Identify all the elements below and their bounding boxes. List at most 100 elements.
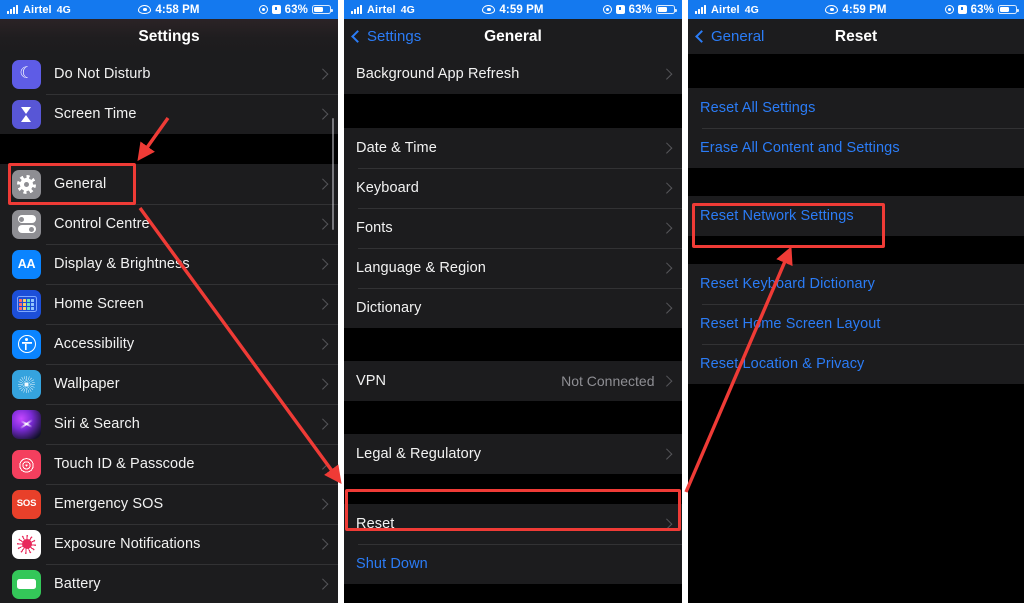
signal-bars-icon bbox=[7, 5, 18, 14]
sos-icon: SOS bbox=[12, 489, 41, 519]
sidebar-item-screen-time[interactable]: Screen Time bbox=[0, 94, 338, 134]
vpn-status-value: Not Connected bbox=[561, 373, 655, 389]
chevron-right-icon bbox=[316, 218, 328, 230]
group-gap bbox=[688, 168, 1024, 196]
sidebar-item-siri-search[interactable]: Siri & Search bbox=[0, 404, 338, 444]
settings-group-2: General Control Centre AA Display & Brig… bbox=[0, 164, 338, 603]
row-label: Screen Time bbox=[54, 106, 137, 122]
group-gap bbox=[344, 584, 682, 603]
sidebar-item-do-not-disturb[interactable]: ☾ Do Not Disturb bbox=[0, 54, 338, 94]
sidebar-item-touch-id-passcode[interactable]: Touch ID & Passcode bbox=[0, 444, 338, 484]
eye-icon bbox=[482, 5, 496, 14]
battery-icon bbox=[312, 4, 334, 15]
row-reset-keyboard-dictionary[interactable]: Reset Keyboard Dictionary bbox=[688, 264, 1024, 304]
back-button-settings[interactable]: Settings bbox=[344, 28, 421, 45]
chevron-right-icon bbox=[316, 108, 328, 120]
row-label: Reset Home Screen Layout bbox=[700, 316, 881, 332]
chevron-right-icon bbox=[660, 142, 672, 154]
row-vpn[interactable]: VPN Not Connected bbox=[344, 361, 682, 401]
status-bar-panel3: Airtel 4G 4:59 PM 63% bbox=[688, 0, 1024, 19]
row-label: Battery bbox=[54, 576, 101, 592]
back-button-label: General bbox=[711, 28, 765, 45]
sidebar-item-emergency-sos[interactable]: SOS Emergency SOS bbox=[0, 484, 338, 524]
row-label: Shut Down bbox=[356, 556, 428, 572]
sidebar-item-battery[interactable]: Battery bbox=[0, 564, 338, 603]
row-legal-regulatory[interactable]: Legal & Regulatory bbox=[344, 434, 682, 474]
status-bar-panel2: Airtel 4G 4:59 PM 63% bbox=[344, 0, 682, 19]
network-type-label: 4G bbox=[400, 3, 415, 16]
row-dictionary[interactable]: Dictionary bbox=[344, 288, 682, 328]
panel-reset: Airtel 4G 4:59 PM 63% General Reset Rese… bbox=[688, 0, 1024, 603]
status-bar-left: Airtel 4G bbox=[0, 4, 71, 16]
gear-icon bbox=[12, 169, 41, 199]
row-reset-home-screen-layout[interactable]: Reset Home Screen Layout bbox=[688, 304, 1024, 344]
general-group-4: Legal & Regulatory bbox=[344, 434, 682, 474]
battery-icon bbox=[656, 4, 678, 15]
chevron-right-icon bbox=[316, 378, 328, 390]
nav-bar-settings: Settings bbox=[0, 19, 338, 54]
battery-percent-label: 63% bbox=[970, 3, 994, 16]
chevron-right-icon bbox=[660, 518, 672, 530]
sidebar-item-accessibility[interactable]: Accessibility bbox=[0, 324, 338, 364]
alarm-icon bbox=[615, 5, 625, 14]
row-reset-all-settings[interactable]: Reset All Settings bbox=[688, 88, 1024, 128]
page-title: Settings bbox=[138, 27, 200, 45]
row-reset-location-privacy[interactable]: Reset Location & Privacy bbox=[688, 344, 1024, 384]
alarm-icon bbox=[271, 5, 281, 14]
row-date-time[interactable]: Date & Time bbox=[344, 128, 682, 168]
row-reset[interactable]: Reset bbox=[344, 504, 682, 544]
row-keyboard[interactable]: Keyboard bbox=[344, 168, 682, 208]
signal-bars-icon bbox=[695, 5, 706, 14]
carrier-label: Airtel bbox=[711, 3, 740, 16]
chevron-right-icon bbox=[660, 182, 672, 194]
chevron-right-icon bbox=[660, 222, 672, 234]
chevron-right-icon bbox=[660, 262, 672, 274]
nav-bar-general: Settings General bbox=[344, 19, 682, 54]
general-group-2: Date & Time Keyboard Fonts Language & Re… bbox=[344, 128, 682, 328]
settings-group-1: ☾ Do Not Disturb Screen Time bbox=[0, 54, 338, 134]
row-label: Keyboard bbox=[356, 180, 419, 196]
reset-group-3: Reset Keyboard Dictionary Reset Home Scr… bbox=[688, 264, 1024, 384]
clock-label: 4:59 PM bbox=[842, 3, 887, 16]
back-button-label: Settings bbox=[367, 28, 422, 45]
chevron-right-icon bbox=[316, 298, 328, 310]
row-label: Reset All Settings bbox=[700, 100, 816, 116]
row-label: General bbox=[54, 176, 107, 192]
row-label: Reset Network Settings bbox=[700, 208, 854, 224]
row-label: Home Screen bbox=[54, 296, 144, 312]
group-gap bbox=[688, 236, 1024, 264]
scroll-indicator[interactable] bbox=[331, 118, 334, 230]
sidebar-item-display-brightness[interactable]: AA Display & Brightness bbox=[0, 244, 338, 284]
back-button-general[interactable]: General bbox=[688, 28, 764, 45]
location-icon bbox=[258, 5, 268, 14]
general-group-3: VPN Not Connected bbox=[344, 361, 682, 401]
chevron-right-icon bbox=[316, 538, 328, 550]
group-gap bbox=[688, 54, 1024, 88]
sidebar-item-exposure-notifications[interactable]: Exposure Notifications bbox=[0, 524, 338, 564]
row-shut-down[interactable]: Shut Down bbox=[344, 544, 682, 584]
sidebar-item-home-screen[interactable]: Home Screen bbox=[0, 284, 338, 324]
sidebar-item-control-centre[interactable]: Control Centre bbox=[0, 204, 338, 244]
row-fonts[interactable]: Fonts bbox=[344, 208, 682, 248]
display-brightness-icon: AA bbox=[12, 249, 41, 279]
row-reset-network-settings[interactable]: Reset Network Settings bbox=[688, 196, 1024, 236]
eye-icon bbox=[825, 5, 839, 14]
status-bar-right: 63% bbox=[602, 4, 682, 16]
row-label: Siri & Search bbox=[54, 416, 140, 432]
chevron-right-icon bbox=[660, 448, 672, 460]
network-type-label: 4G bbox=[56, 3, 71, 16]
row-erase-all-content-and-settings[interactable]: Erase All Content and Settings bbox=[688, 128, 1024, 168]
chevron-right-icon bbox=[660, 375, 672, 387]
row-language-region[interactable]: Language & Region bbox=[344, 248, 682, 288]
sidebar-item-general[interactable]: General bbox=[0, 164, 338, 204]
status-bar-panel1: Airtel 4G 4:58 PM 63% bbox=[0, 0, 338, 19]
row-background-app-refresh[interactable]: Background App Refresh bbox=[344, 54, 682, 94]
row-label: Do Not Disturb bbox=[54, 66, 151, 82]
panel-general: Airtel 4G 4:59 PM 63% Settings General B… bbox=[344, 0, 682, 603]
row-label: Date & Time bbox=[356, 140, 437, 156]
row-label: Dictionary bbox=[356, 300, 422, 316]
chevron-right-icon bbox=[316, 178, 328, 190]
sidebar-item-wallpaper[interactable]: Wallpaper bbox=[0, 364, 338, 404]
row-label: Background App Refresh bbox=[356, 66, 520, 82]
group-gap bbox=[344, 401, 682, 434]
